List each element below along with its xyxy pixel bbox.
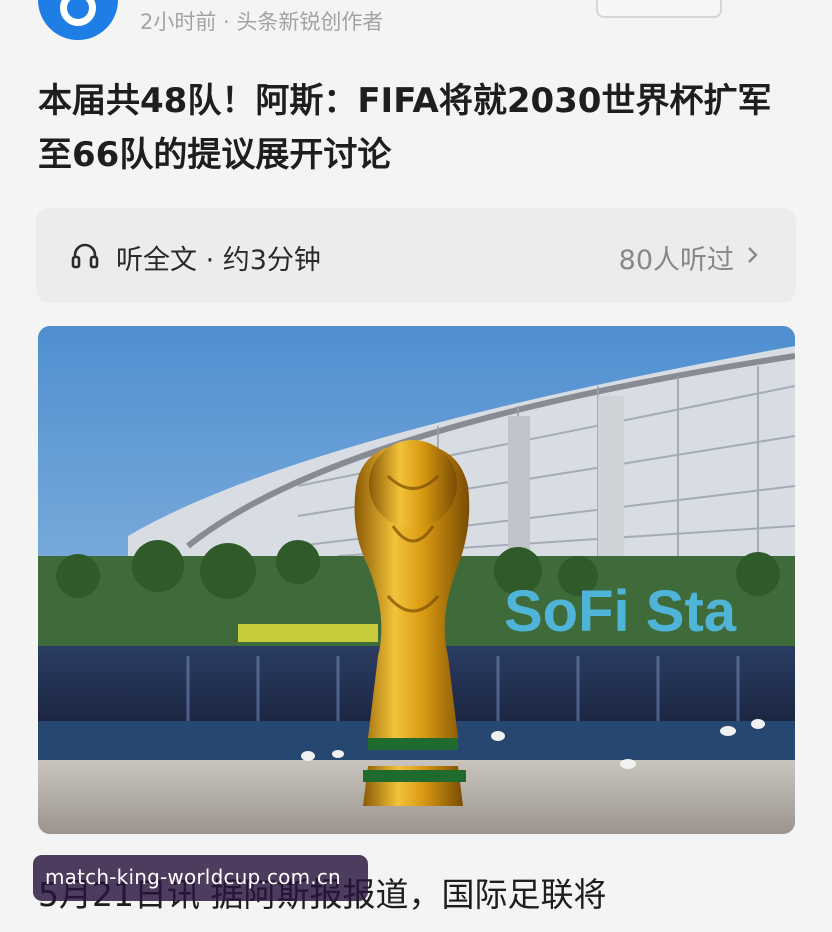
post-meta: 2小时前 · 头条新锐创作者 <box>140 10 384 34</box>
stadium-trophy-image: SoFi Sta <box>38 326 795 834</box>
listen-full-text-bar[interactable]: 听全文 · 约3分钟 80人听过 <box>36 208 796 303</box>
author-avatar[interactable] <box>38 0 118 40</box>
watermark-overlay: match-king-worldcup.com.cn <box>33 855 368 901</box>
watermark-text: match-king-worldcup.com.cn <box>45 865 341 889</box>
article-headline: 本届共48队！阿斯：FIFA将就2030世界杯扩军至66队的提议展开讨论 <box>38 81 772 175</box>
stadium-sign-text: SoFi Sta <box>504 579 737 644</box>
follow-button[interactable] <box>596 0 722 18</box>
avatar-logo-icon <box>60 0 96 26</box>
listen-label: 听全文 · 约3分钟 <box>116 245 321 276</box>
article-header: 2小时前 · 头条新锐创作者 <box>0 0 832 48</box>
listen-count: 80人听过 <box>618 245 734 276</box>
headphone-icon <box>71 243 99 269</box>
article-photo[interactable]: SoFi Sta <box>38 326 795 834</box>
chevron-right-icon <box>748 247 758 263</box>
